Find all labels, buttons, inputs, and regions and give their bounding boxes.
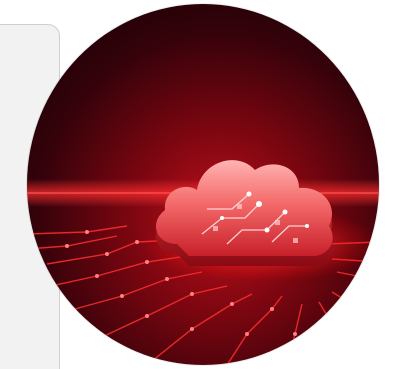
cloud-illustration: [27, 4, 379, 365]
page: [0, 0, 403, 369]
cloud-computing-hero-image: [27, 4, 379, 365]
